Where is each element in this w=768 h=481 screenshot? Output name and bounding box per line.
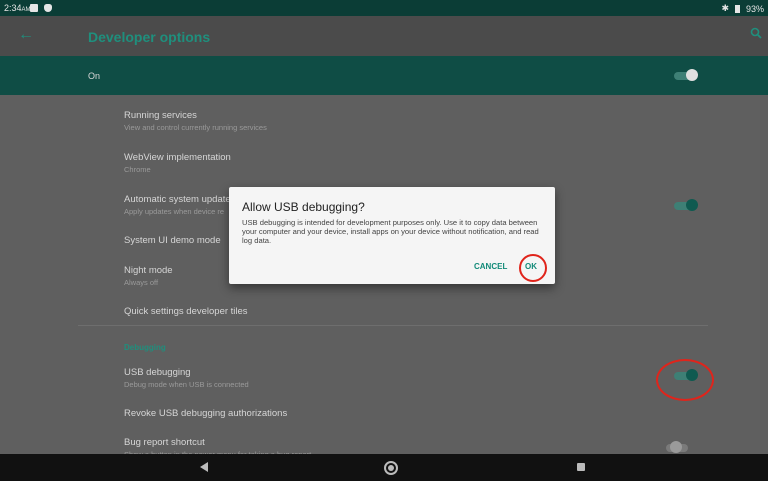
setting-summary: Debug mode when USB is connected: [124, 380, 249, 389]
usb-debugging-highlight: [656, 359, 714, 401]
setting-quick-settings-tiles[interactable]: Quick settings developer tiles: [124, 306, 624, 317]
recents-square-icon[interactable]: [577, 463, 585, 471]
home-circle-icon[interactable]: [384, 461, 398, 475]
arrow-left-icon[interactable]: ←: [18, 26, 34, 44]
setting-webview-implementation[interactable]: WebView implementation Chrome: [124, 152, 624, 174]
setting-running-services[interactable]: Running services View and control curren…: [124, 110, 624, 132]
ok-button-highlight: [519, 254, 547, 282]
status-bar: 2:34AM ✱ 93%: [0, 0, 768, 16]
dialog-message: USB debugging is intended for developmen…: [242, 218, 539, 245]
toggle-knob: [670, 441, 682, 453]
setting-title: USB debugging: [124, 367, 191, 378]
shield-icon: [44, 4, 52, 12]
master-switch-bar[interactable]: On: [0, 56, 768, 95]
master-switch-toggle[interactable]: [674, 69, 698, 81]
bluetooth-icon: ✱: [721, 3, 729, 13]
battery-percent: 93%: [745, 3, 764, 14]
setting-title: Quick settings developer tiles: [124, 306, 248, 317]
setting-title: Bug report shortcut: [124, 437, 205, 448]
usb-debugging-dialog: Allow USB debugging? USB debugging is in…: [229, 187, 555, 284]
dialog-title: Allow USB debugging?: [242, 200, 365, 214]
status-time: 2:34AM: [4, 3, 31, 13]
page-title: Developer options: [88, 29, 211, 45]
cancel-button[interactable]: CANCEL: [474, 262, 507, 271]
setting-title: Running services: [124, 110, 197, 121]
image-icon: [30, 4, 38, 12]
back-triangle-icon[interactable]: [200, 462, 208, 472]
category-debugging: Debugging: [124, 343, 166, 352]
bug-report-toggle[interactable]: [666, 441, 688, 453]
master-switch-label: On: [88, 71, 101, 81]
toolbar: ← Developer options: [0, 16, 768, 56]
toggle-knob: [686, 199, 698, 211]
setting-summary: View and control currently running servi…: [124, 123, 267, 132]
automatic-updates-toggle[interactable]: [674, 199, 698, 211]
setting-summary: Chrome: [124, 165, 151, 174]
search-icon[interactable]: [750, 26, 762, 42]
battery-icon: [734, 4, 740, 13]
navigation-bar: [0, 454, 768, 481]
setting-revoke-usb-authorizations[interactable]: Revoke USB debugging authorizations: [124, 408, 624, 419]
setting-usb-debugging[interactable]: USB debugging Debug mode when USB is con…: [124, 367, 624, 389]
setting-title: Revoke USB debugging authorizations: [124, 408, 288, 419]
section-divider: [78, 325, 708, 326]
toggle-knob: [686, 69, 698, 81]
setting-title: WebView implementation: [124, 152, 231, 163]
